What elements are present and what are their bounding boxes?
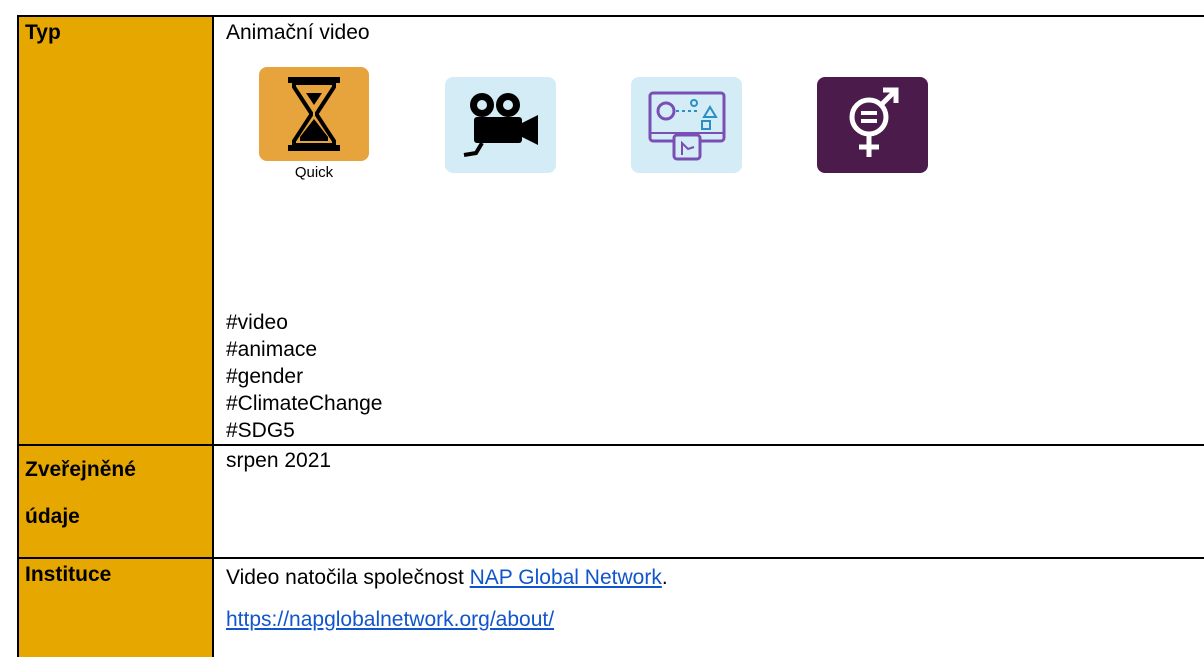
label-published-line1: Zveřejněné: [25, 458, 136, 481]
type-value-text: Animační video: [226, 21, 370, 44]
value-institution: Video natočila společnost NAP Global Net…: [212, 557, 1204, 657]
value-type: Animační video Quick #video #animace #ge…: [212, 15, 1204, 446]
institution-url-line: https://napglobalnetwork.org/about/: [226, 605, 1204, 635]
row-published: Zveřejněné údaje srpen 2021: [17, 444, 1204, 559]
document-page: Typ Animační video Quick #video #animace…: [0, 0, 1204, 657]
institution-url-link[interactable]: https://napglobalnetwork.org/about/: [226, 608, 554, 631]
tag: #SDG5: [226, 419, 295, 442]
hourglass-icon: [259, 67, 369, 161]
label-published: Zveřejněné údaje: [17, 444, 214, 559]
tag: #animace: [226, 338, 318, 361]
tag: #gender: [226, 365, 304, 388]
icon-row: Quick: [226, 67, 1204, 257]
tag: #video: [226, 311, 288, 334]
label-institution: Instituce: [17, 557, 214, 657]
value-published: srpen 2021: [212, 444, 1204, 559]
institution-text-before: Video natočila společnost: [226, 566, 470, 589]
quick-caption: Quick: [294, 164, 334, 181]
label-published-line2: údaje: [25, 505, 80, 528]
nap-global-network-link[interactable]: NAP Global Network: [470, 566, 662, 589]
institution-sentence: Video natočila společnost NAP Global Net…: [226, 563, 1204, 593]
institution-text-after: .: [661, 566, 668, 589]
tag-list: #video #animace #gender #ClimateChange #…: [226, 309, 1204, 444]
row-type: Typ Animační video Quick #video #animace…: [17, 15, 1204, 446]
gender-equality-icon: [817, 77, 928, 173]
row-institution: Instituce Video natočila společnost NAP …: [17, 557, 1204, 657]
info-table: Typ Animační video Quick #video #animace…: [17, 15, 1204, 657]
label-type: Typ: [17, 15, 214, 446]
film-camera-icon: [445, 77, 556, 173]
touchscreen-icon: [631, 77, 742, 173]
tag: #ClimateChange: [226, 392, 383, 415]
